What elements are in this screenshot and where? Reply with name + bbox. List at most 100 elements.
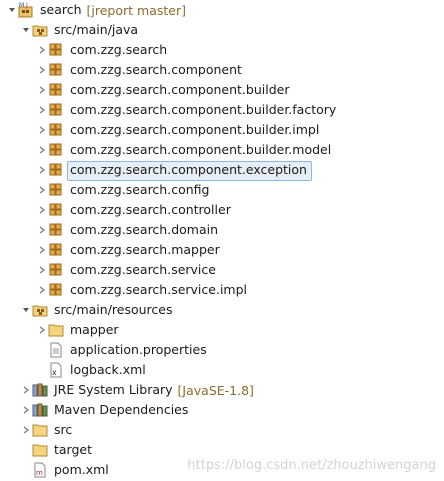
tree-item-package[interactable]: com.zzg.search.component.builder <box>36 80 289 100</box>
chevron-right-icon[interactable] <box>36 100 48 120</box>
tree-item-label: search <box>40 2 82 17</box>
package-icon <box>48 102 64 118</box>
tree-item-label: com.zzg.search.component <box>70 62 242 77</box>
tree-item-label: pom.xml <box>54 462 109 477</box>
tree-item-label: com.zzg.search.mapper <box>70 242 220 257</box>
tree-item-project[interactable]: M Jsearch [jreport master] <box>6 0 186 20</box>
chevron-right-icon[interactable] <box>36 240 48 260</box>
package-icon <box>48 182 64 198</box>
chevron-right-icon[interactable] <box>20 420 32 440</box>
tree-item-file[interactable]: m pom.xml <box>20 460 109 480</box>
tree-item-package[interactable]: com.zzg.search.service.impl <box>36 280 247 300</box>
chevron-right-icon[interactable] <box>36 280 48 300</box>
chevron-right-icon[interactable] <box>36 260 48 280</box>
tree-item-library[interactable]: Maven Dependencies <box>20 400 188 420</box>
chevron-right-icon[interactable] <box>36 160 48 180</box>
maven-project-icon: MJ <box>18 2 34 18</box>
folder-icon <box>32 422 48 438</box>
source-folder-icon <box>32 302 48 318</box>
library-icon <box>32 402 48 418</box>
tree-item-label: com.zzg.search.component.builder.model <box>70 142 332 157</box>
tree-item-package[interactable]: com.zzg.search <box>36 40 167 60</box>
tree-item-label: JRE System Library <box>54 382 173 397</box>
tree-item-label: mapper <box>70 322 119 337</box>
tree-item-library[interactable]: JRE System Library [JavaSE-1.8] <box>20 380 254 400</box>
package-icon <box>48 122 64 138</box>
chevron-right-icon[interactable] <box>36 120 48 140</box>
tree-item-label: com.zzg.search.component.builder <box>70 82 290 97</box>
svg-text:x: x <box>52 368 57 377</box>
chevron-right-icon[interactable] <box>36 140 48 160</box>
tree-item-label: com.zzg.search.config <box>70 182 210 197</box>
chevron-right-icon[interactable] <box>36 80 48 100</box>
tree-item-label: com.zzg.search.component.builder.factory <box>70 102 337 117</box>
tree-item-package[interactable]: com.zzg.search.component.builder.model <box>36 140 331 160</box>
package-icon <box>48 162 64 178</box>
package-icon <box>48 222 64 238</box>
xml-file-icon: x <box>48 362 64 378</box>
tree-item-resource[interactable]: mapper <box>36 320 119 340</box>
chevron-right-icon[interactable] <box>20 380 32 400</box>
tree-item-file[interactable]: target <box>20 440 92 460</box>
tree-item-package[interactable]: com.zzg.search.component <box>36 60 242 80</box>
chevron-right-icon[interactable] <box>36 180 48 200</box>
tree-item-resource[interactable]: application.properties <box>36 340 207 360</box>
chevron-right-icon[interactable] <box>36 40 48 60</box>
chevron-down-icon[interactable] <box>20 20 32 40</box>
tree-item-label: src <box>54 422 73 437</box>
chevron-right-icon[interactable] <box>36 220 48 240</box>
chevron-right-icon[interactable] <box>36 320 48 340</box>
tree-item-label: com.zzg.search.service.impl <box>70 282 248 297</box>
folder-icon <box>32 442 48 458</box>
tree-item-label: application.properties <box>70 342 207 357</box>
tree-item-label: com.zzg.search.domain <box>70 222 219 237</box>
tree-item-label: com.zzg.search <box>70 42 168 57</box>
package-icon <box>48 42 64 58</box>
tree-item-decoration: [jreport master] <box>86 2 186 18</box>
tree-item-package[interactable]: com.zzg.search.controller <box>36 200 231 220</box>
tree-item-label: Maven Dependencies <box>54 402 189 417</box>
folder-icon <box>48 322 64 338</box>
tree-item-decoration: [JavaSE-1.8] <box>177 382 254 398</box>
tree-item-label: com.zzg.search.controller <box>70 202 231 217</box>
svg-text:m: m <box>36 469 43 477</box>
library-icon <box>32 382 48 398</box>
tree-item-package[interactable]: com.zzg.search.mapper <box>36 240 220 260</box>
tree-item-package[interactable]: com.zzg.search.config <box>36 180 209 200</box>
tree-item-label: src/main/java <box>54 22 139 37</box>
svg-text:J: J <box>25 2 28 9</box>
package-icon <box>48 82 64 98</box>
chevron-down-icon[interactable] <box>6 0 18 20</box>
package-icon <box>48 142 64 158</box>
tree-item-package[interactable]: com.zzg.search.component.builder.impl <box>36 120 319 140</box>
chevron-right-icon[interactable] <box>36 200 48 220</box>
tree-item-package[interactable]: com.zzg.search.component.exception <box>36 160 307 180</box>
package-icon <box>48 202 64 218</box>
chevron-right-icon[interactable] <box>20 400 32 420</box>
source-folder-icon <box>32 22 48 38</box>
pom-file-icon: m <box>32 462 48 478</box>
tree-item-label: target <box>54 442 93 457</box>
tree-item-label: logback.xml <box>70 362 146 377</box>
tree-item-resource[interactable]: x logback.xml <box>36 360 146 380</box>
tree-item-file[interactable]: src <box>20 420 72 440</box>
svg-text:M: M <box>19 2 24 9</box>
tree-item-source-folder[interactable]: src/main/java <box>20 20 138 40</box>
tree-item-label: src/main/resources <box>54 302 173 317</box>
watermark: https://blog.csdn.net/zhouzhiwengang <box>187 458 436 473</box>
chevron-right-icon[interactable] <box>36 60 48 80</box>
tree-item-package[interactable]: com.zzg.search.component.builder.factory <box>36 100 336 120</box>
package-icon <box>48 262 64 278</box>
tree-item-package[interactable]: com.zzg.search.service <box>36 260 216 280</box>
package-icon <box>48 282 64 298</box>
package-icon <box>48 62 64 78</box>
chevron-down-icon[interactable] <box>20 300 32 320</box>
tree-item-package[interactable]: com.zzg.search.domain <box>36 220 218 240</box>
tree-item-source-folder[interactable]: src/main/resources <box>20 300 172 320</box>
tree-item-label: com.zzg.search.component.builder.impl <box>70 122 320 137</box>
properties-file-icon <box>48 342 64 358</box>
